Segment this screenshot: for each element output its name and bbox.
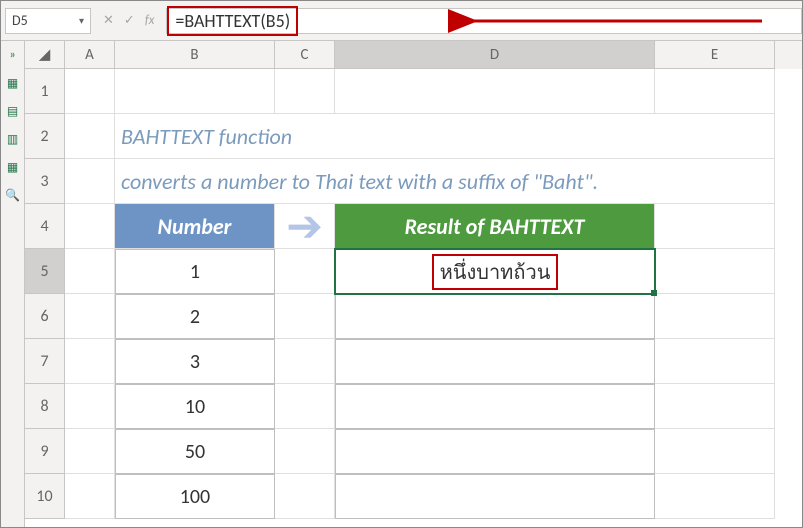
row-header-3[interactable]: 3 (25, 159, 65, 204)
number-cell-5[interactable]: 50 (115, 429, 275, 474)
row-header-9[interactable]: 9 (25, 429, 65, 474)
cell-e4[interactable] (655, 204, 775, 249)
fill-handle[interactable] (651, 290, 657, 296)
row-header-6[interactable]: 6 (25, 294, 65, 339)
result-cell-4[interactable] (335, 384, 655, 429)
row-header-5[interactable]: 5 (25, 249, 65, 294)
description-line1[interactable]: BAHTTEXT function (115, 114, 775, 159)
formula-bar: D5 ▾ ✕ ✓ fx =BAHTTEXT(B5) (1, 1, 802, 41)
cell-a6[interactable] (65, 294, 115, 339)
cell-c9[interactable] (275, 429, 335, 474)
cell-c10[interactable] (275, 474, 335, 519)
number-cell-4[interactable]: 10 (115, 384, 275, 429)
cell-a2[interactable] (65, 114, 115, 159)
cell-b1[interactable] (115, 69, 275, 114)
cell-e8[interactable] (655, 384, 775, 429)
cell-a5[interactable] (65, 249, 115, 294)
col-header-d[interactable]: D (335, 41, 655, 69)
ribbon-expand-icon[interactable]: » (5, 47, 21, 63)
cell-e1[interactable] (655, 69, 775, 114)
fx-controls: ✕ ✓ fx (93, 13, 164, 28)
row-header-10[interactable]: 10 (25, 474, 65, 519)
cell-a7[interactable] (65, 339, 115, 384)
cell-e7[interactable] (655, 339, 775, 384)
row-header-7[interactable]: 7 (25, 339, 65, 384)
cell-e5[interactable] (655, 249, 775, 294)
result-cell-6[interactable] (335, 474, 655, 519)
cell-a8[interactable] (65, 384, 115, 429)
fx-icon[interactable]: fx (145, 13, 155, 28)
cell-c6[interactable] (275, 294, 335, 339)
cell-c7[interactable] (275, 339, 335, 384)
formula-input[interactable]: =BAHTTEXT(B5) (166, 8, 802, 34)
col-header-a[interactable]: A (65, 41, 115, 69)
table-header-number[interactable]: Number (115, 204, 275, 249)
cell-a1[interactable] (65, 69, 115, 114)
cell-d1[interactable] (335, 69, 655, 114)
col-header-c[interactable]: C (275, 41, 335, 69)
dropdown-icon[interactable]: ▾ (79, 14, 84, 27)
result-cell-3[interactable] (335, 339, 655, 384)
cells-area[interactable]: BAHTTEXT function converts a number to T… (65, 69, 802, 519)
cell-e9[interactable] (655, 429, 775, 474)
spreadsheet-grid[interactable]: ◢ A B C D E 1 2 3 4 5 6 7 8 9 10 (25, 41, 802, 527)
name-box[interactable]: D5 ▾ (5, 8, 91, 34)
row-headers: 1 2 3 4 5 6 7 8 9 10 (25, 69, 65, 519)
ribbon-find-icon[interactable]: 🔍 (5, 187, 21, 203)
result-cell-1[interactable]: หนึ่งบาทถ้วน (335, 249, 655, 294)
ribbon-icon-2[interactable]: ▤ (5, 103, 21, 119)
cell-e6[interactable] (655, 294, 775, 339)
number-cell-2[interactable]: 2 (115, 294, 275, 339)
description-line2[interactable]: converts a number to Thai text with a su… (115, 159, 775, 204)
table-header-result[interactable]: Result of BAHTTEXT (335, 204, 655, 249)
row-header-8[interactable]: 8 (25, 384, 65, 429)
number-cell-6[interactable]: 100 (115, 474, 275, 519)
side-ribbon: » ▦ ▤ ▥ ▦ 🔍 (1, 41, 25, 527)
cell-c5[interactable] (275, 249, 335, 294)
cancel-icon[interactable]: ✕ (103, 13, 114, 28)
row-header-4[interactable]: 4 (25, 204, 65, 249)
ribbon-icon-3[interactable]: ▥ (5, 131, 21, 147)
number-cell-1[interactable]: 1 (115, 249, 275, 294)
cell-e10[interactable] (655, 474, 775, 519)
select-all-corner[interactable]: ◢ (25, 41, 65, 69)
cell-a3[interactable] (65, 159, 115, 204)
arrow-icon: ➔ (275, 204, 335, 249)
column-headers: ◢ A B C D E (25, 41, 802, 69)
number-cell-3[interactable]: 3 (115, 339, 275, 384)
cell-c8[interactable] (275, 384, 335, 429)
result-cell-5[interactable] (335, 429, 655, 474)
ribbon-icon-4[interactable]: ▦ (5, 159, 21, 175)
cell-a4[interactable] (65, 204, 115, 249)
row-header-2[interactable]: 2 (25, 114, 65, 159)
enter-icon[interactable]: ✓ (124, 13, 135, 28)
cell-a9[interactable] (65, 429, 115, 474)
formula-text: =BAHTTEXT(B5) (167, 6, 298, 36)
col-header-e[interactable]: E (655, 41, 775, 69)
name-box-value: D5 (12, 12, 28, 29)
cell-a10[interactable] (65, 474, 115, 519)
row-header-1[interactable]: 1 (25, 69, 65, 114)
result-value-1: หนึ่งบาทถ้วน (432, 254, 559, 290)
col-header-b[interactable]: B (115, 41, 275, 69)
cell-c1[interactable] (275, 69, 335, 114)
result-cell-2[interactable] (335, 294, 655, 339)
ribbon-icon-1[interactable]: ▦ (5, 75, 21, 91)
